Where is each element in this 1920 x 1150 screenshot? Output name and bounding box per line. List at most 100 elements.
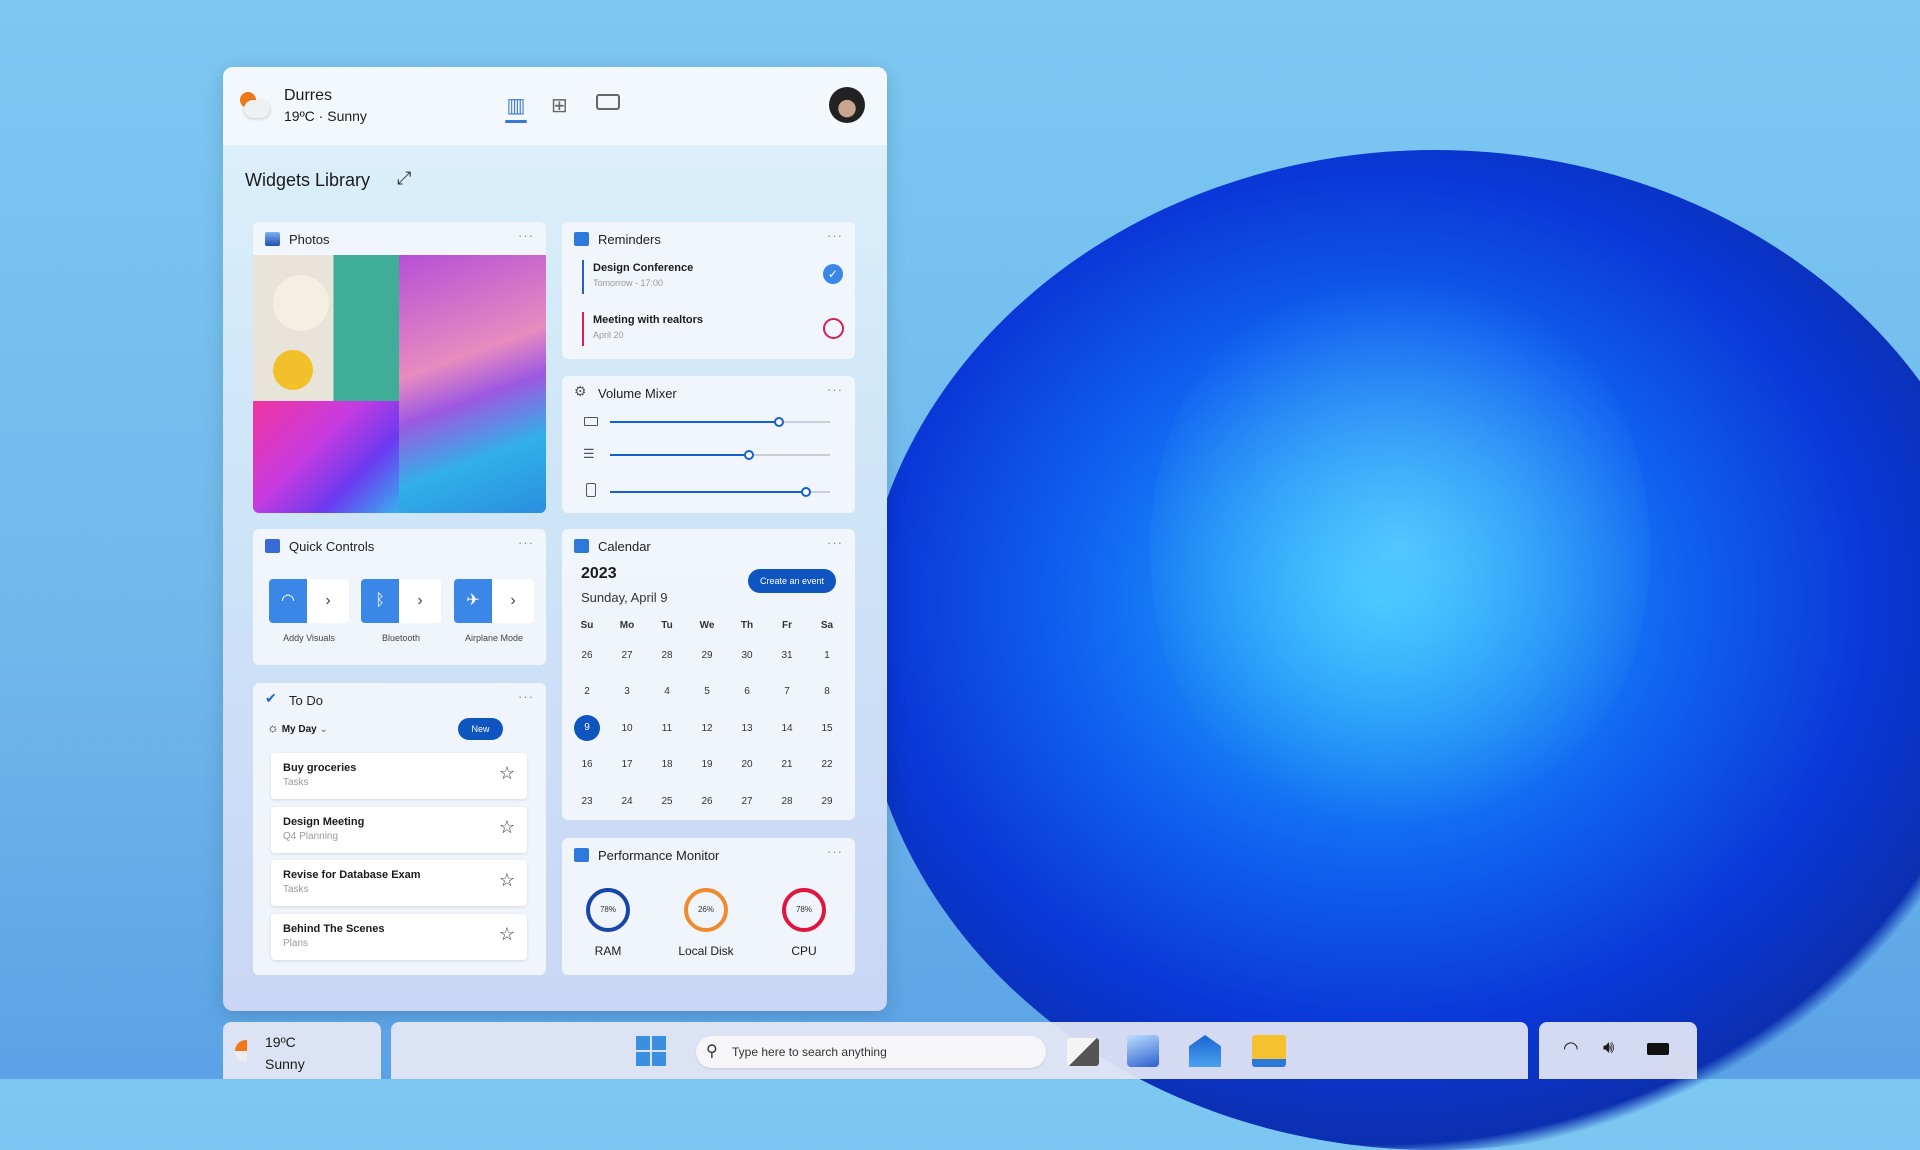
tab-widgets[interactable]: ⊞	[551, 93, 568, 118]
calendar-day[interactable]: 15	[807, 710, 847, 747]
photos-widget: Photos ···	[253, 222, 546, 513]
wifi-icon[interactable]: ◠	[269, 579, 307, 623]
quick-control-label: Airplane Mode	[464, 633, 524, 643]
chevron-right-icon[interactable]: ›	[399, 579, 441, 623]
quick-control-airplane[interactable]: ✈ › Airplane Mode	[454, 579, 534, 643]
windows-start-icon[interactable]	[636, 1036, 666, 1066]
calendar-day[interactable]: 6	[727, 674, 767, 711]
calendar-day[interactable]: 20	[727, 747, 767, 784]
quick-control-wifi[interactable]: ◠ › Addy Visuals	[269, 579, 349, 643]
calendar-day[interactable]: 17	[607, 747, 647, 784]
calendar-day[interactable]: 27	[727, 783, 767, 820]
calendar-day[interactable]: 3	[607, 674, 647, 711]
panel-header: Durres 19ºC · Sunny ▥ ⊞	[223, 67, 887, 145]
more-options-icon[interactable]: ···	[518, 228, 534, 243]
calendar-day[interactable]: 28	[647, 637, 687, 674]
calendar-day[interactable]: 10	[607, 710, 647, 747]
volume-icon[interactable]: 🔊︎	[1603, 1037, 1614, 1058]
library-icon: ▥	[506, 95, 526, 117]
day-number: 18	[661, 759, 673, 771]
new-task-button[interactable]: New	[458, 718, 503, 740]
todo-item[interactable]: Behind The Scenes Plans ☆	[271, 913, 527, 960]
mail-app-icon[interactable]	[1189, 1035, 1221, 1067]
weather-icon	[235, 1040, 247, 1062]
calendar-day[interactable]: 13	[727, 710, 767, 747]
reminder-item[interactable]: Meeting with realtors April 20	[582, 312, 844, 346]
search-placeholder: Type here to search anything	[732, 1045, 887, 1059]
weekday-header: We	[699, 619, 715, 631]
device-icon	[586, 483, 596, 497]
calendar-day[interactable]: 29	[687, 637, 727, 674]
more-options-icon[interactable]: ···	[518, 689, 534, 704]
taskbar-temperature: 19ºC	[265, 1034, 296, 1050]
wifi-icon[interactable]: ◠	[1563, 1038, 1579, 1059]
star-icon[interactable]: ☆	[499, 924, 515, 945]
checked-icon[interactable]: ✓	[823, 264, 843, 284]
day-number: 25	[661, 795, 673, 807]
expand-icon[interactable]: ⤢	[397, 168, 411, 189]
photo-purple-wave[interactable]	[399, 255, 546, 513]
calendar-day[interactable]: 28	[767, 783, 807, 820]
battery-icon[interactable]	[1647, 1043, 1669, 1055]
calendar-day[interactable]: 11	[647, 710, 687, 747]
calendar-day[interactable]: 14	[767, 710, 807, 747]
taskbar-weather[interactable]: 19ºC Sunny	[223, 1022, 381, 1079]
chevron-right-icon[interactable]: ›	[492, 579, 534, 623]
tab-library[interactable]: ▥	[505, 93, 527, 123]
calendar-day[interactable]: 1	[807, 637, 847, 674]
calendar-day[interactable]: 16	[567, 747, 607, 784]
calendar-day[interactable]: 26	[567, 637, 607, 674]
photo-drink[interactable]	[253, 255, 399, 401]
calendar-day[interactable]: 23	[567, 783, 607, 820]
calendar-day[interactable]: 12	[687, 710, 727, 747]
more-options-icon[interactable]: ···	[518, 535, 534, 550]
calendar-day[interactable]: 25	[647, 783, 687, 820]
calendar-day[interactable]: 8	[807, 674, 847, 711]
task-view-icon[interactable]	[1067, 1038, 1099, 1066]
create-event-button[interactable]: Create an event	[748, 569, 836, 593]
tab-video[interactable]	[596, 94, 620, 110]
volume-slider[interactable]	[610, 450, 830, 460]
todo-item[interactable]: Buy groceries Tasks ☆	[271, 753, 527, 799]
calendar-day[interactable]: 31	[767, 637, 807, 674]
my-day-dropdown[interactable]: ☼ My Day ⌄	[267, 720, 328, 735]
search-box[interactable]: ⚲ Type here to search anything	[696, 1036, 1046, 1068]
volume-slider[interactable]	[610, 417, 830, 427]
calendar-day[interactable]: 5	[687, 674, 727, 711]
calendar-day[interactable]: 4	[647, 674, 687, 711]
more-options-icon[interactable]: ···	[827, 228, 843, 243]
chevron-right-icon[interactable]: ›	[307, 579, 349, 623]
quick-control-bluetooth[interactable]: ᛒ › Bluetooth	[361, 579, 441, 643]
unchecked-circle-icon[interactable]	[823, 318, 844, 339]
volume-slider[interactable]	[610, 487, 830, 497]
photo-gradient[interactable]	[253, 401, 399, 513]
calendar-day[interactable]: 19	[687, 747, 727, 784]
more-options-icon[interactable]: ···	[827, 844, 843, 859]
star-icon[interactable]: ☆	[499, 870, 515, 891]
airplane-icon[interactable]: ✈	[454, 579, 492, 623]
todo-item[interactable]: Revise for Database Exam Tasks ☆	[271, 860, 527, 906]
weather-city: Durres	[284, 87, 333, 104]
more-options-icon[interactable]: ···	[827, 535, 843, 550]
more-options-icon[interactable]: ···	[827, 382, 843, 397]
file-explorer-icon[interactable]	[1252, 1035, 1286, 1067]
bluetooth-icon[interactable]: ᛒ	[361, 579, 399, 623]
star-icon[interactable]: ☆	[499, 817, 515, 838]
star-icon[interactable]: ☆	[499, 763, 515, 784]
calendar-day[interactable]: 22	[807, 747, 847, 784]
reminder-item[interactable]: Design Conference Tomorrow - 17:00 ✓	[582, 260, 843, 294]
calendar-day[interactable]: 30	[727, 637, 767, 674]
calendar-day[interactable]: 27	[607, 637, 647, 674]
calendar-day[interactable]: 7	[767, 674, 807, 711]
photos-app-icon[interactable]	[1127, 1035, 1159, 1067]
calendar-day[interactable]: 26	[687, 783, 727, 820]
calendar-day[interactable]: 21	[767, 747, 807, 784]
calendar-day[interactable]: 24	[607, 783, 647, 820]
calendar-day-selected[interactable]: 9	[567, 710, 607, 747]
avatar[interactable]	[829, 87, 865, 123]
calendar-day[interactable]: 2	[567, 674, 607, 711]
calendar-day[interactable]: 29	[807, 783, 847, 820]
todo-item[interactable]: Design Meeting Q4 Planning ☆	[271, 806, 527, 853]
calendar-day[interactable]: 18	[647, 747, 687, 784]
usage-ring: 78%	[586, 888, 630, 932]
